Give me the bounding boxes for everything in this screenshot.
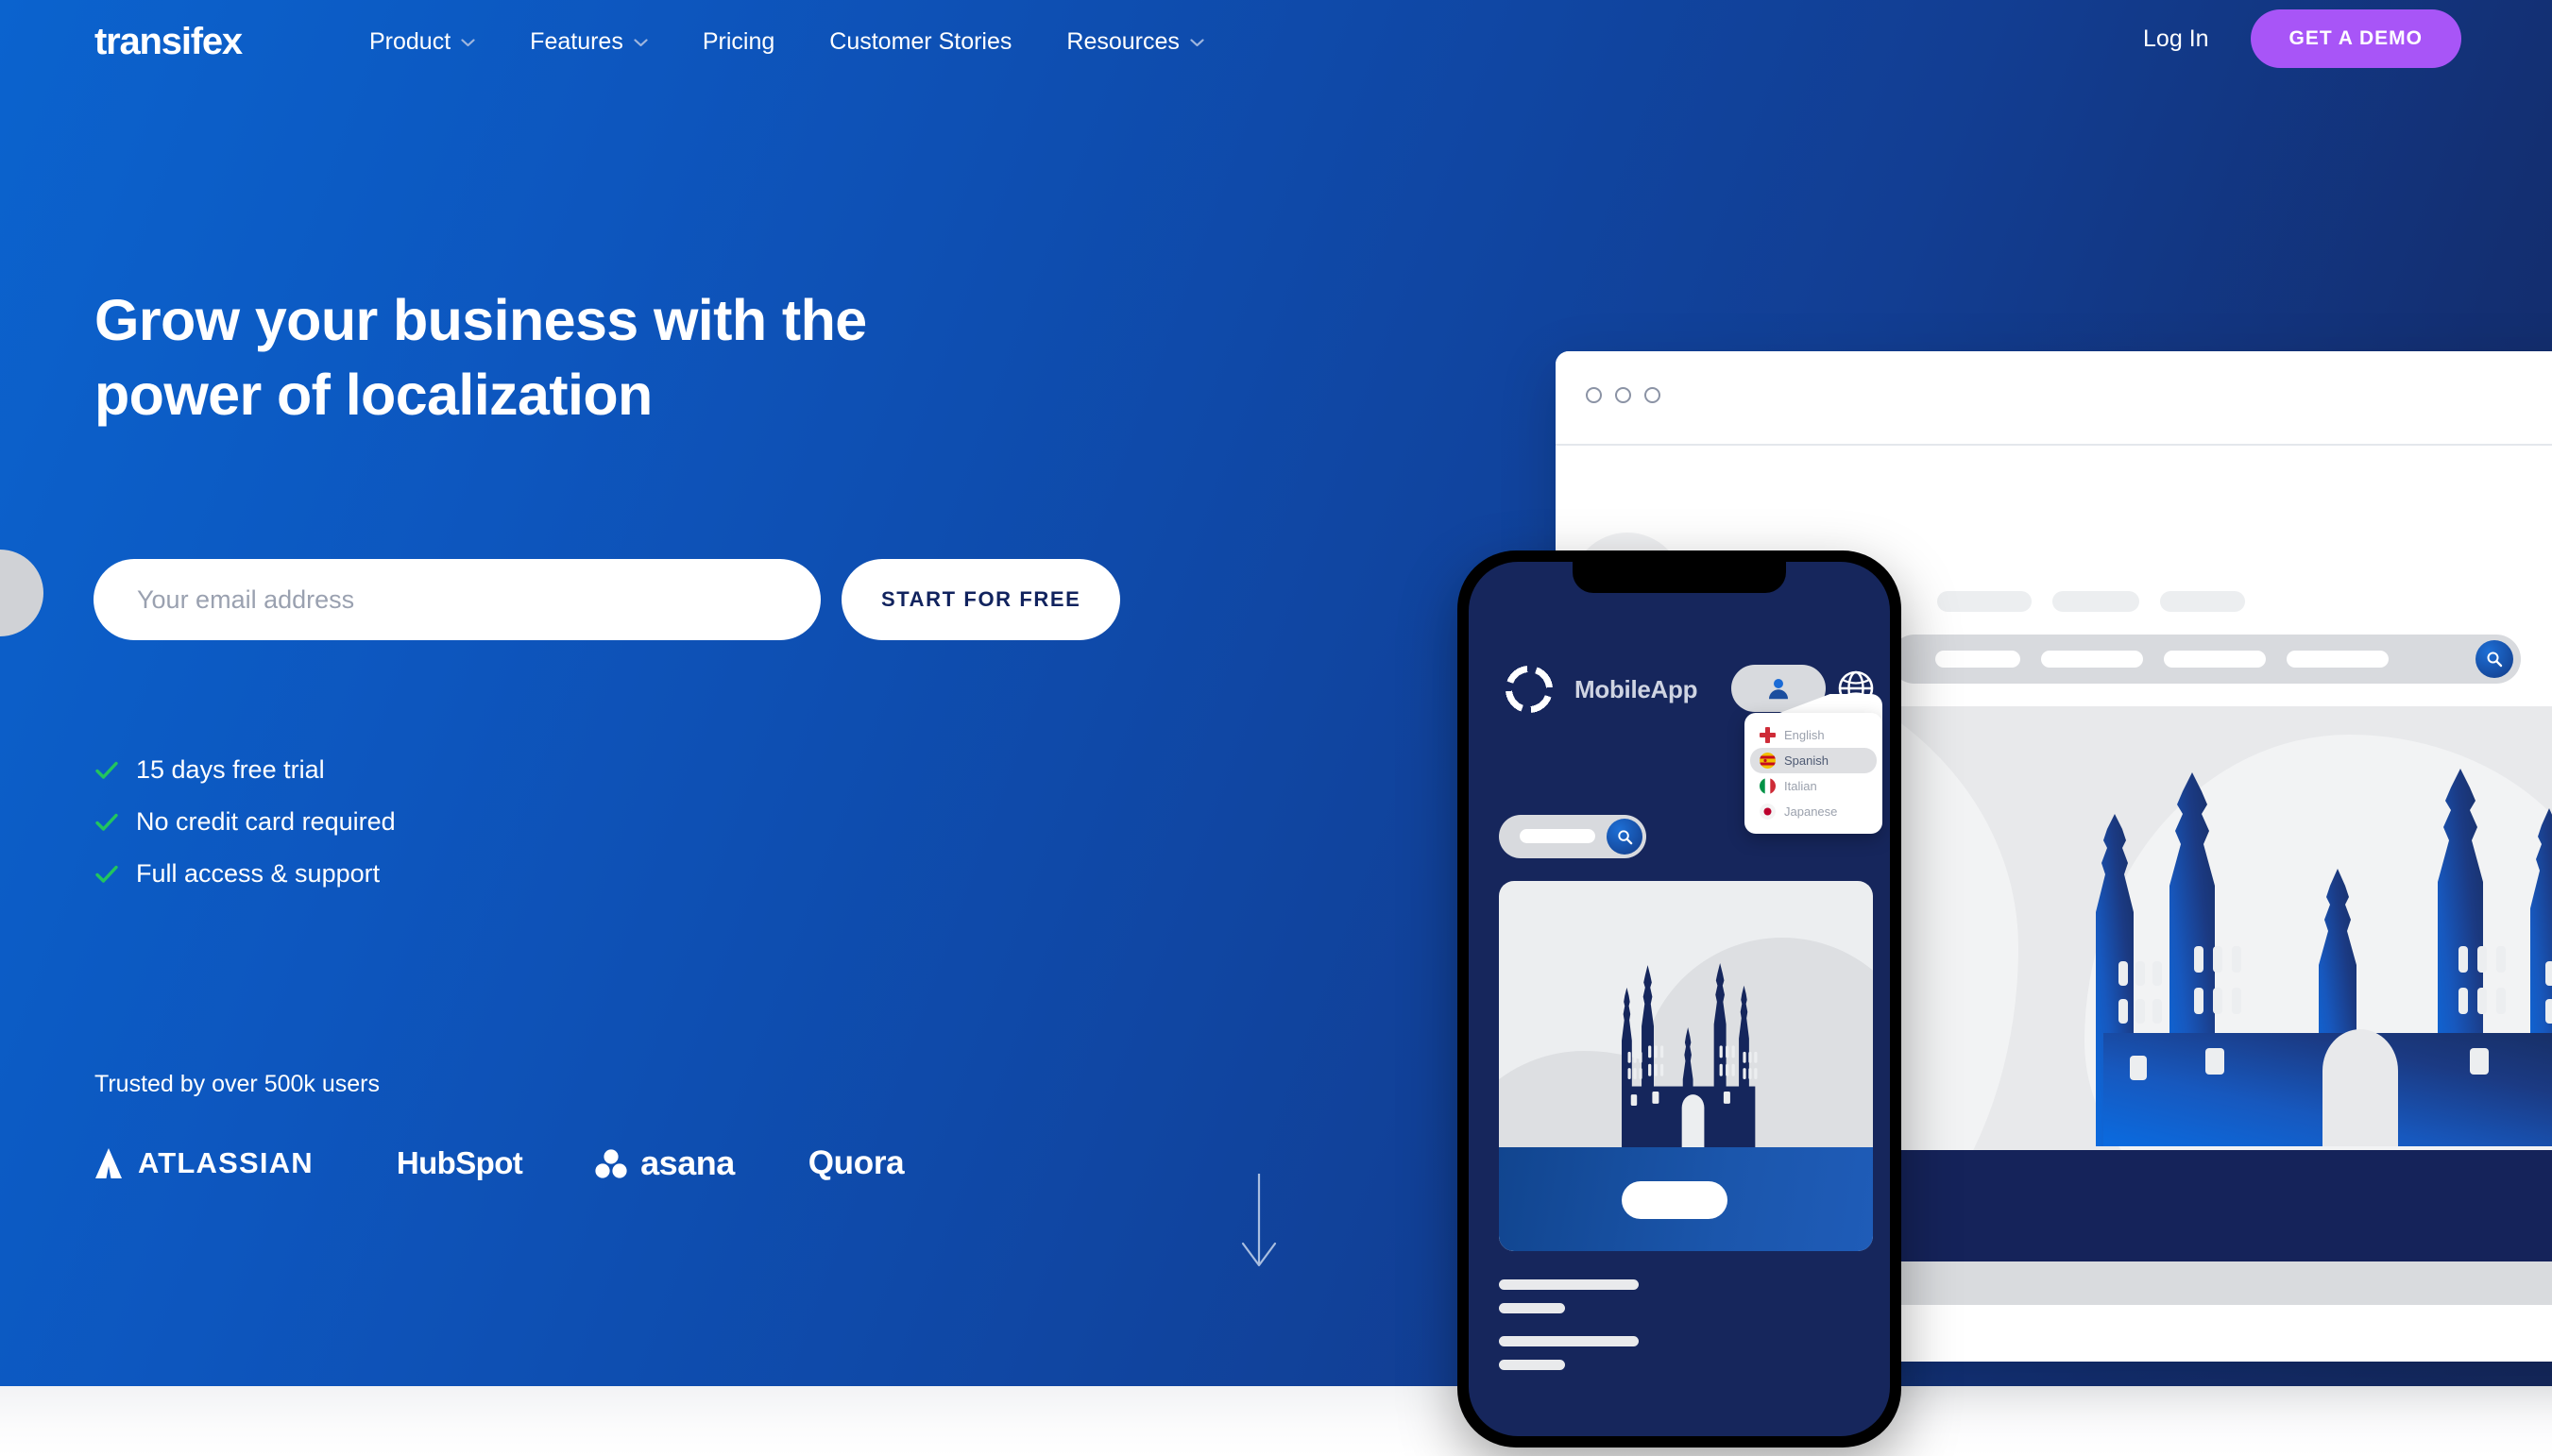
window-controls [1586,387,1660,403]
chevron-down-icon [1190,39,1204,47]
phone-screen: MobileApp English Spanish Italian Japane… [1469,562,1890,1436]
logo-quora: Quora [808,1138,905,1189]
check-icon [94,862,119,887]
language-option-japanese[interactable]: Japanese [1750,799,1877,824]
nav-placeholder-pill [1937,591,2032,612]
search-placeholder-pill [1935,651,2020,668]
headline-line-1: Grow your business with the [94,288,867,352]
logo-asana: asana [595,1138,735,1189]
window-dot-icon [1615,387,1631,403]
uk-flag-icon [1760,727,1776,743]
nav-item-customer-stories[interactable]: Customer Stories [802,28,1039,56]
trusted-by-label: Trusted by over 500k users [94,1071,380,1097]
phone-notch [1573,562,1786,593]
logo-label: HubSpot [396,1145,523,1180]
language-dropdown[interactable]: English Spanish Italian Japanese [1744,713,1882,834]
search-placeholder-pill [1520,829,1595,843]
logo-label: ATLASSIAN [138,1146,314,1179]
nav-item-label: Customer Stories [829,28,1012,55]
scroll-down-arrow-icon[interactable] [1239,1174,1279,1272]
get-a-demo-button[interactable]: GET A DEMO [2250,9,2461,68]
webapp-titlebar [1556,351,2552,446]
skeleton-line [1499,1336,1639,1346]
search-placeholder-pill [2287,651,2389,668]
language-option-spanish[interactable]: Spanish [1750,748,1877,773]
language-option-italian[interactable]: Italian [1750,773,1877,799]
nav-item-label: Product [369,28,451,55]
nav-item-product[interactable]: Product [342,28,502,56]
language-option-label: Italian [1784,779,1817,793]
search-icon[interactable] [2475,640,2513,678]
nav-item-resources[interactable]: Resources [1039,28,1232,56]
search-placeholder-pill [2164,651,2266,668]
check-icon [94,758,119,783]
sagrada-familia-illustration [1608,923,1777,1159]
email-field[interactable] [94,559,821,640]
italy-flag-icon [1760,778,1776,794]
benefit-label: Full access & support [136,859,381,888]
phone-search-bar[interactable] [1499,815,1646,858]
language-option-label: Spanish [1784,753,1829,768]
skeleton-line [1499,1303,1565,1313]
window-dot-icon [1586,387,1602,403]
nav-links: Product Features Pricing Customer Storie… [342,28,1232,56]
nav-item-label: Features [530,28,623,55]
search-icon[interactable] [1607,819,1642,855]
spain-flag-icon [1760,753,1776,769]
nav-item-label: Resources [1066,28,1180,55]
signup-form: START FOR FREE [94,559,1121,640]
sagrada-familia-illustration [2047,750,2552,1146]
language-option-label: Japanese [1784,804,1838,819]
user-icon [1769,679,1788,700]
logo-atlassian: ATLASSIAN [93,1138,314,1189]
phone-mockup: MobileApp English Spanish Italian Japane… [1457,550,1901,1448]
webapp-nav-placeholders [1937,591,2245,612]
chevron-down-icon [461,39,475,47]
list-item: Full access & support [94,859,396,889]
skeleton-line [1499,1279,1639,1290]
brand-logo[interactable]: transifex [94,21,243,63]
mobileapp-logo-icon [1503,663,1556,716]
list-item: 15 days free trial [94,755,396,785]
start-for-free-button[interactable]: START FOR FREE [842,559,1121,640]
logo-label: Quora [808,1144,905,1181]
nav-placeholder-pill [2052,591,2139,612]
chevron-down-icon [634,39,648,47]
japan-flag-icon [1760,804,1776,820]
main-navigation: transifex Product Features Pricing Custo… [0,0,2552,94]
headline-line-2: power of localization [94,363,653,428]
skeleton-line [1499,1360,1565,1370]
window-dot-icon [1644,387,1660,403]
language-option-english[interactable]: English [1750,722,1877,748]
nav-item-pricing[interactable]: Pricing [675,28,802,56]
landing-page: WebApp [0,0,2552,1456]
logo-label: asana [640,1143,735,1182]
search-placeholder-pill [2041,651,2143,668]
nav-placeholder-pill [2160,591,2245,612]
atlassian-mark-icon [95,1148,122,1178]
check-icon [94,810,119,835]
logo-hubspot: HubSpot [396,1138,523,1189]
nav-item-features[interactable]: Features [502,28,675,56]
benefit-label: 15 days free trial [136,755,325,784]
phone-card-cta-placeholder[interactable] [1622,1181,1727,1219]
nav-actions: Log In GET A DEMO [2137,9,2461,68]
login-link[interactable]: Log In [2137,14,2215,64]
phone-skeleton-text [1499,1279,1639,1383]
benefits-list: 15 days free trial No credit card requir… [94,755,396,911]
page-title: Grow your business with the power of loc… [94,283,867,433]
customer-logos: ATLASSIAN HubSpot asana Quora [93,1138,905,1189]
nav-item-label: Pricing [702,28,775,55]
benefit-label: No credit card required [136,807,396,836]
list-item: No credit card required [94,807,396,837]
webapp-search-bar[interactable] [1890,635,2521,684]
hero-bottom-fade [0,1386,2552,1456]
mobileapp-title: MobileApp [1574,675,1698,703]
asana-mark-icon [595,1149,627,1178]
language-option-label: English [1784,728,1825,742]
phone-content-card [1499,881,1873,1251]
